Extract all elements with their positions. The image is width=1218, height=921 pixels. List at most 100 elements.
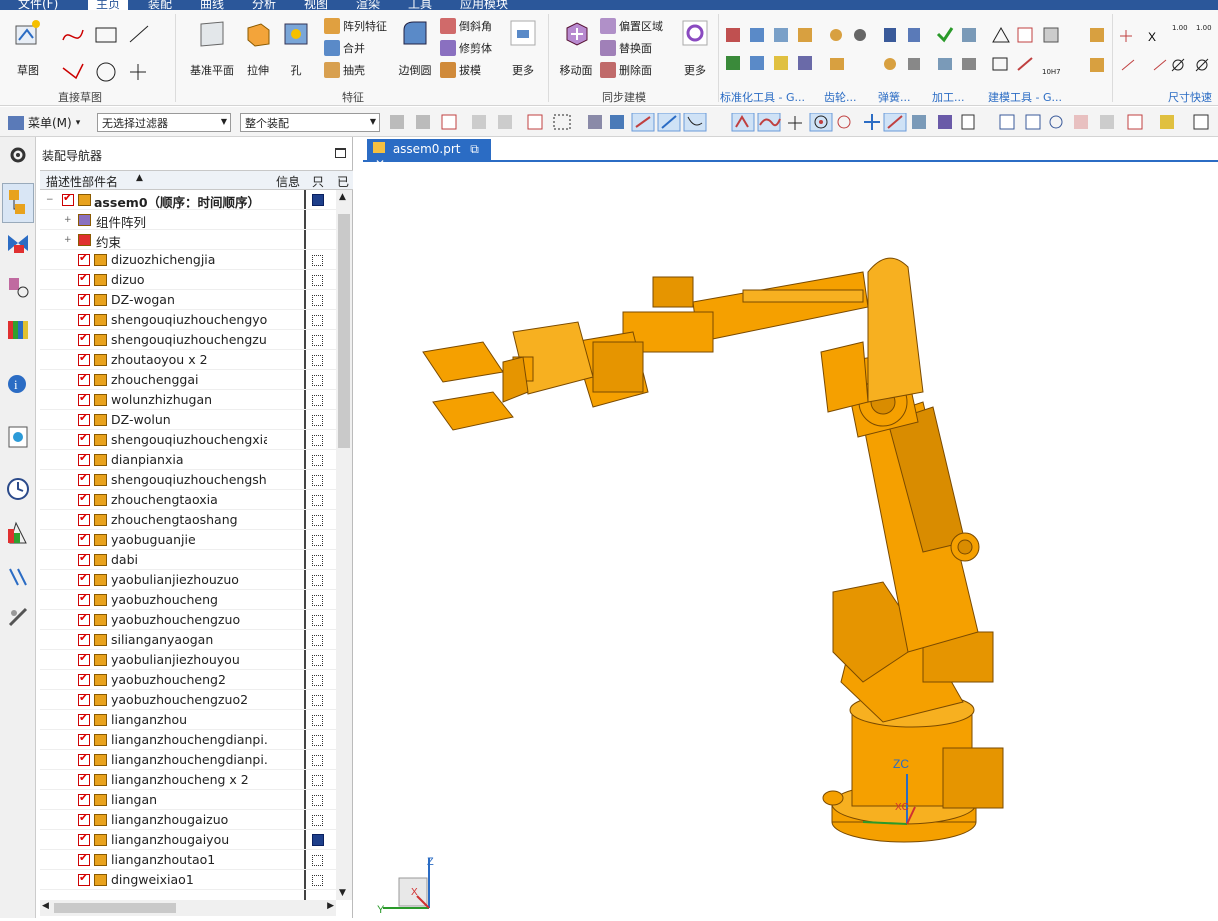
spring-group-label[interactable]: 弹簧...: [878, 89, 911, 105]
read-only-checkbox[interactable]: [312, 695, 323, 706]
expand-icon[interactable]: +: [64, 235, 72, 245]
roles-icon[interactable]: [6, 565, 30, 589]
component-row[interactable]: wolunzhizhugan: [40, 390, 336, 410]
visibility-checkbox[interactable]: [78, 291, 90, 306]
read-only-checkbox[interactable]: [312, 275, 323, 286]
component-row[interactable]: lianganzhougaizuo: [40, 810, 336, 830]
visibility-checkbox[interactable]: [78, 591, 90, 606]
read-only-checkbox[interactable]: [312, 355, 323, 366]
pattern-feature-button[interactable]: 阵列特征: [324, 16, 387, 36]
read-only-checkbox[interactable]: [312, 315, 323, 326]
visibility-checkbox[interactable]: [78, 391, 90, 406]
component-row[interactable]: dizuozhichengjia: [40, 250, 336, 270]
tree-group-row[interactable]: + 组件阵列: [40, 210, 336, 230]
menu-tab-home[interactable]: 主页: [88, 0, 129, 10]
visibility-checkbox[interactable]: [78, 751, 90, 766]
component-row[interactable]: lianganzhoucheng x 2: [40, 770, 336, 790]
visibility-checkbox[interactable]: [78, 431, 90, 446]
component-row[interactable]: yaobuzhoucheng2: [40, 670, 336, 690]
read-only-checkbox[interactable]: [312, 875, 323, 886]
component-row[interactable]: shengouqiuzhouchengxia: [40, 430, 336, 450]
component-row[interactable]: lianganzhougaiyou: [40, 830, 336, 850]
visibility-checkbox[interactable]: [62, 191, 74, 206]
read-only-checkbox[interactable]: [312, 775, 323, 786]
component-row[interactable]: yaobuzhouchengzuo2: [40, 690, 336, 710]
modeling-tools-group-label[interactable]: 建模工具 - G...: [988, 89, 1062, 105]
standard-tools-icons[interactable]: [724, 24, 824, 78]
snap-tools-strip[interactable]: [388, 112, 1216, 133]
col-read-only[interactable]: 只: [312, 173, 324, 190]
extra-tools-icons[interactable]: [1088, 24, 1108, 78]
menu-button[interactable]: 菜单(M) ▾: [8, 114, 80, 131]
read-only-checkbox[interactable]: [312, 755, 323, 766]
read-only-checkbox[interactable]: [312, 575, 323, 586]
move-face-button[interactable]: 移动面: [556, 18, 596, 78]
gear-tools-icons[interactable]: [826, 24, 874, 78]
read-only-checkbox[interactable]: [312, 495, 323, 506]
component-row[interactable]: yaobuzhoucheng: [40, 590, 336, 610]
col-part-name[interactable]: 描述性部件名: [46, 173, 118, 190]
collapse-icon[interactable]: −: [46, 195, 54, 205]
offset-region-button[interactable]: 偏置区域: [600, 16, 663, 36]
visibility-checkbox[interactable]: [78, 651, 90, 666]
component-row[interactable]: lianganzhoutao1: [40, 850, 336, 870]
chamfer-button[interactable]: 倒斜角: [440, 16, 492, 36]
visibility-checkbox[interactable]: [78, 491, 90, 506]
read-only-checkbox[interactable]: [312, 595, 323, 606]
scroll-thumb[interactable]: [338, 214, 350, 448]
gear-group-label[interactable]: 齿轮...: [824, 89, 857, 105]
part-navigator-icon[interactable]: [6, 275, 30, 299]
read-only-checkbox[interactable]: [312, 375, 323, 386]
visibility-checkbox[interactable]: [78, 571, 90, 586]
component-row[interactable]: shengouqiuzhouchengsh...: [40, 470, 336, 490]
read-only-checkbox[interactable]: [312, 655, 323, 666]
component-row[interactable]: dabi: [40, 550, 336, 570]
visibility-checkbox[interactable]: [78, 791, 90, 806]
h-scroll-thumb[interactable]: [54, 903, 176, 913]
read-only-checkbox[interactable]: [312, 295, 323, 306]
menu-tab-render[interactable]: 渲染: [356, 0, 380, 10]
visibility-checkbox[interactable]: [78, 531, 90, 546]
component-row[interactable]: zhouchenggai: [40, 370, 336, 390]
replace-face-button[interactable]: 替换面: [600, 38, 652, 58]
more-features-button[interactable]: 更多: [506, 18, 540, 78]
read-only-checkbox[interactable]: [312, 535, 323, 546]
component-row[interactable]: shengouqiuzhouchengzuo: [40, 330, 336, 350]
visibility-checkbox[interactable]: [78, 711, 90, 726]
component-row[interactable]: yaobulianjiezhouyou: [40, 650, 336, 670]
visibility-checkbox[interactable]: [78, 411, 90, 426]
information-icon[interactable]: i: [6, 371, 30, 395]
expand-icon[interactable]: +: [64, 215, 72, 225]
gear-icon[interactable]: [6, 143, 30, 167]
menu-tab-applications[interactable]: 应用模块: [460, 0, 508, 10]
visibility-checkbox[interactable]: [78, 551, 90, 566]
read-only-checkbox[interactable]: [312, 735, 323, 746]
draft-button[interactable]: 拔模: [440, 60, 481, 80]
vertical-scrollbar[interactable]: ▲ ▼: [336, 190, 352, 900]
chevron-down-icon[interactable]: ▼: [339, 888, 346, 898]
component-row[interactable]: lianganzhou: [40, 710, 336, 730]
edge-blend-button[interactable]: 边倒圆: [396, 18, 434, 78]
read-only-checkbox[interactable]: [312, 395, 323, 406]
chevron-right-icon[interactable]: ▶: [327, 901, 334, 911]
component-row[interactable]: silianganyaogan: [40, 630, 336, 650]
read-only-checkbox[interactable]: [312, 415, 323, 426]
component-row[interactable]: zhouchengtaoxia: [40, 490, 336, 510]
visibility-checkbox[interactable]: [78, 451, 90, 466]
read-only-checkbox[interactable]: [312, 795, 323, 806]
read-only-checkbox[interactable]: [312, 675, 323, 686]
sketch-curve-gallery[interactable]: [58, 20, 168, 86]
visibility-checkbox[interactable]: [78, 611, 90, 626]
spring-tools-icons[interactable]: [880, 24, 928, 78]
read-only-checkbox[interactable]: [312, 335, 323, 346]
delete-face-button[interactable]: 删除面: [600, 60, 652, 80]
reuse-library-icon[interactable]: [6, 317, 30, 341]
component-row[interactable]: liangan: [40, 790, 336, 810]
system-materials-icon[interactable]: [6, 521, 30, 545]
visibility-checkbox[interactable]: [78, 831, 90, 846]
component-row[interactable]: yaobuzhouchengzuo: [40, 610, 336, 630]
history-clock-icon[interactable]: [6, 477, 30, 501]
menu-tab-tools[interactable]: 工具: [408, 0, 432, 10]
dimension-tools-icons[interactable]: X 1.00 1.00: [1116, 24, 1218, 80]
visibility-checkbox[interactable]: [78, 731, 90, 746]
